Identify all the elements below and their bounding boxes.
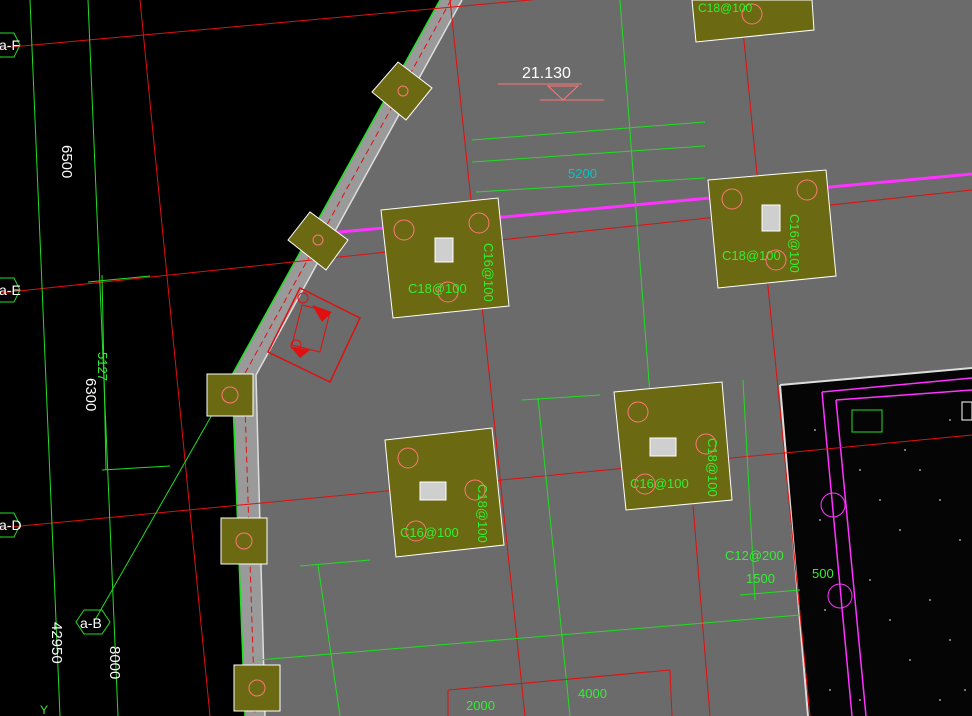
pile-cap-1: C18@100 C16@100 (380, 197, 510, 319)
dim-42950: 42950 (48, 622, 65, 664)
dim-2000: 2000 (466, 698, 495, 713)
beam-rebar-c12: C12@200 (725, 548, 784, 563)
axis-label-a-b: a-B (80, 615, 102, 631)
pile-cap-3: C16@100 C18@100 (384, 427, 505, 558)
cap1-rebar-v: C16@100 (481, 243, 496, 302)
dim-1500: 1500 (746, 571, 775, 586)
core-wall-region (779, 367, 972, 716)
cap3-rebar-v: C18@100 (475, 484, 490, 543)
cap4-rebar-h: C16@100 (630, 476, 689, 491)
cap3-rebar-h: C16@100 (400, 525, 459, 540)
elevation-value: 21.130 (522, 65, 571, 82)
cap-top-rebar: C18@100 (698, 1, 753, 15)
dim-6300: 6300 (82, 378, 99, 411)
pile-cap-2: C18@100 C16@100 (707, 169, 837, 289)
wall-cap-5 (233, 664, 281, 712)
cap2-rebar-v: C16@100 (787, 214, 802, 273)
dim-5127: 5127 (95, 352, 110, 381)
pile-cap-4: C16@100 C18@100 (613, 381, 733, 511)
cap2-rebar-h: C18@100 (722, 248, 781, 263)
wall-cap-4 (220, 517, 268, 565)
cad-drawing-canvas[interactable]: a-F a-E a-D a-B 6500 6300 5127 42950 800… (0, 0, 972, 716)
dim-4000: 4000 (578, 686, 607, 701)
cap1-rebar-h: C18@100 (408, 281, 467, 296)
wall-cap-3 (206, 373, 254, 417)
axis-label-a-f: a-F (0, 37, 20, 53)
cap4-rebar-v: C18@100 (705, 438, 720, 497)
axis-label-a-d: a-D (0, 517, 22, 533)
dim-5200: 5200 (568, 166, 597, 181)
ucs-y-label: Y (40, 703, 48, 716)
dim-500: 500 (812, 566, 834, 581)
dim-8000: 8000 (106, 646, 123, 679)
axis-label-a-e: a-E (0, 282, 21, 298)
dim-6500: 6500 (58, 145, 75, 178)
